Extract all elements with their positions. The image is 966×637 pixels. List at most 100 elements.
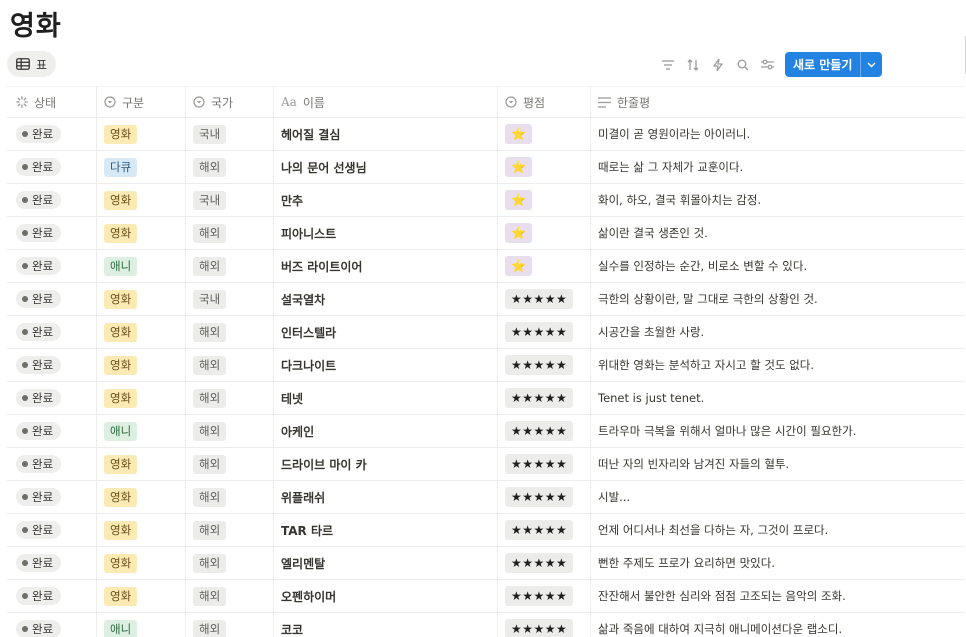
status-cell[interactable]: 완료 — [7, 184, 97, 216]
table-row[interactable]: 완료 영화 국내 설국열차 ★★★★★ 극한의 상황이란, 말 그대로 극한의 … — [7, 283, 964, 316]
country-cell[interactable]: 해외 — [186, 415, 274, 447]
table-row[interactable]: 완료 영화 해외 인터스텔라 ★★★★★ 시공간을 초월한 사랑. — [7, 316, 964, 349]
status-badge[interactable]: 완료 — [16, 620, 62, 637]
status-badge[interactable]: 완료 — [16, 389, 62, 407]
status-cell[interactable]: 완료 — [7, 382, 97, 414]
movie-title[interactable]: 테넷 — [281, 390, 303, 407]
kind-cell[interactable]: 영화 — [97, 382, 186, 414]
kind-tag[interactable]: 영화 — [104, 223, 138, 243]
table-row[interactable]: 완료 애니 해외 버즈 라이트이어 ⭐ 실수를 인정하는 순간, 비로소 변할 … — [7, 250, 964, 283]
movie-title[interactable]: TAR 타르 — [281, 522, 333, 539]
name-cell[interactable]: 나의 문어 선생님 — [274, 151, 498, 183]
kind-tag[interactable]: 다큐 — [104, 157, 138, 177]
rating-tag[interactable]: ⭐ — [505, 157, 533, 177]
table-row[interactable]: 완료 영화 해외 엘리멘탈 ★★★★★ 뻔한 주제도 프로가 요리하면 맛있다. — [7, 547, 964, 580]
kind-cell[interactable]: 영화 — [97, 316, 186, 348]
country-tag[interactable]: 해외 — [193, 355, 227, 375]
movie-title[interactable]: 나의 문어 선생님 — [281, 159, 367, 176]
name-cell[interactable]: 드라이브 마이 카 — [274, 448, 498, 480]
status-badge[interactable]: 완료 — [16, 488, 62, 506]
review-cell[interactable]: 위대한 영화는 분석하고 자시고 할 것도 없다. — [591, 349, 964, 381]
rating-tag[interactable]: ★★★★★ — [505, 289, 574, 309]
status-badge[interactable]: 완료 — [16, 422, 62, 440]
kind-tag[interactable]: 영화 — [104, 487, 138, 507]
movie-title[interactable]: 다크나이트 — [281, 357, 336, 374]
kind-cell[interactable]: 영화 — [97, 547, 186, 579]
kind-cell[interactable]: 영화 — [97, 283, 186, 315]
status-badge[interactable]: 완료 — [16, 158, 62, 176]
status-cell[interactable]: 완료 — [7, 118, 97, 150]
country-tag[interactable]: 해외 — [193, 586, 227, 606]
review-cell[interactable]: 시발... — [591, 481, 964, 513]
table-row[interactable]: 완료 애니 해외 코코 ★★★★★ 삶과 죽음에 대하여 지극히 애니메이션다운… — [7, 613, 964, 637]
rating-cell[interactable]: ★★★★★ — [498, 481, 591, 513]
name-cell[interactable]: 엘리멘탈 — [274, 547, 498, 579]
sort-icon[interactable] — [680, 52, 705, 77]
table-row[interactable]: 완료 영화 해외 위플래쉬 ★★★★★ 시발... — [7, 481, 964, 514]
status-badge[interactable]: 완료 — [16, 455, 62, 473]
rating-cell[interactable]: ★★★★★ — [498, 580, 591, 612]
review-cell[interactable]: 화이, 하오, 결국 휘몰아치는 감정. — [591, 184, 964, 216]
status-badge[interactable]: 완료 — [16, 191, 62, 209]
country-cell[interactable]: 해외 — [186, 580, 274, 612]
status-badge[interactable]: 완료 — [16, 125, 62, 143]
kind-cell[interactable]: 애니 — [97, 250, 186, 282]
kind-cell[interactable]: 영화 — [97, 514, 186, 546]
country-tag[interactable]: 해외 — [193, 454, 227, 474]
name-cell[interactable]: TAR 타르 — [274, 514, 498, 546]
country-cell[interactable]: 해외 — [186, 514, 274, 546]
kind-tag[interactable]: 애니 — [104, 256, 138, 276]
country-cell[interactable]: 국내 — [186, 283, 274, 315]
status-badge[interactable]: 완료 — [16, 290, 62, 308]
name-cell[interactable]: 오펜하이머 — [274, 580, 498, 612]
country-tag[interactable]: 해외 — [193, 520, 227, 540]
status-cell[interactable]: 완료 — [7, 448, 97, 480]
status-badge[interactable]: 완료 — [16, 356, 62, 374]
status-cell[interactable]: 완료 — [7, 316, 97, 348]
table-row[interactable]: 완료 애니 해외 아케인 ★★★★★ 트라우마 극복을 위해서 얼마나 많은 시… — [7, 415, 964, 448]
column-header-review[interactable]: 한줄평 — [591, 87, 964, 117]
movie-title[interactable]: 오펜하이머 — [281, 588, 336, 605]
movie-title[interactable]: 코코 — [281, 621, 303, 637]
kind-cell[interactable]: 영화 — [97, 580, 186, 612]
rating-tag[interactable]: ★★★★★ — [505, 619, 574, 637]
kind-cell[interactable]: 영화 — [97, 448, 186, 480]
review-cell[interactable]: 미결이 곧 영원이라는 아이러니. — [591, 118, 964, 150]
country-cell[interactable]: 국내 — [186, 118, 274, 150]
kind-tag[interactable]: 애니 — [104, 421, 138, 441]
review-cell[interactable]: 떠난 자의 빈자리와 남겨진 자들의 혈투. — [591, 448, 964, 480]
movie-title[interactable]: 위플래쉬 — [281, 489, 325, 506]
table-row[interactable]: 완료 영화 국내 헤어질 결심 ⭐ 미결이 곧 영원이라는 아이러니. — [7, 118, 964, 151]
table-row[interactable]: 완료 영화 해외 테넷 ★★★★★ Tenet is just tenet. — [7, 382, 964, 415]
kind-tag[interactable]: 영화 — [104, 289, 138, 309]
movie-title[interactable]: 드라이브 마이 카 — [281, 456, 367, 473]
country-tag[interactable]: 국내 — [193, 289, 227, 309]
movie-title[interactable]: 만추 — [281, 192, 303, 209]
status-badge[interactable]: 완료 — [16, 224, 62, 242]
name-cell[interactable]: 피아니스트 — [274, 217, 498, 249]
country-cell[interactable]: 해외 — [186, 613, 274, 637]
country-cell[interactable]: 해외 — [186, 217, 274, 249]
status-cell[interactable]: 완료 — [7, 217, 97, 249]
kind-cell[interactable]: 다큐 — [97, 151, 186, 183]
rating-cell[interactable]: ⭐ — [498, 151, 591, 183]
column-header-rating[interactable]: 평점 — [498, 87, 591, 117]
rating-cell[interactable]: ★★★★★ — [498, 547, 591, 579]
country-cell[interactable]: 국내 — [186, 184, 274, 216]
status-cell[interactable]: 완료 — [7, 514, 97, 546]
table-row[interactable]: 완료 영화 국내 만추 ⭐ 화이, 하오, 결국 휘몰아치는 감정. — [7, 184, 964, 217]
review-cell[interactable]: 때로는 삶 그 자체가 교훈이다. — [591, 151, 964, 183]
rating-tag[interactable]: ⭐ — [505, 256, 533, 276]
status-cell[interactable]: 완료 — [7, 283, 97, 315]
country-tag[interactable]: 해외 — [193, 388, 227, 408]
rating-tag[interactable]: ★★★★★ — [505, 553, 574, 573]
kind-tag[interactable]: 영화 — [104, 124, 138, 144]
country-tag[interactable]: 해외 — [193, 487, 227, 507]
status-cell[interactable]: 완료 — [7, 415, 97, 447]
country-cell[interactable]: 해외 — [186, 250, 274, 282]
name-cell[interactable]: 인터스텔라 — [274, 316, 498, 348]
name-cell[interactable]: 설국열차 — [274, 283, 498, 315]
chevron-down-icon[interactable] — [860, 52, 882, 77]
rating-cell[interactable]: ★★★★★ — [498, 448, 591, 480]
column-header-country[interactable]: 국가 — [186, 87, 274, 117]
